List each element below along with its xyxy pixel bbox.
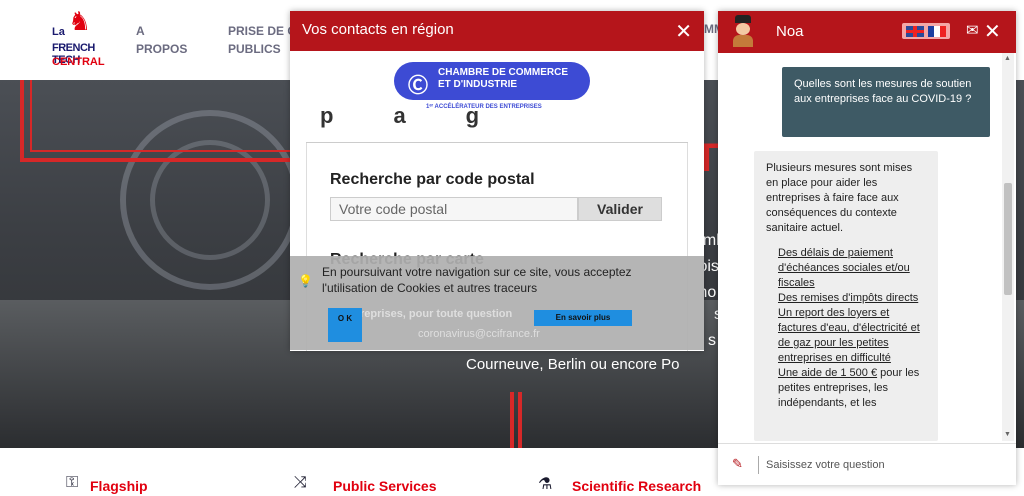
hero-red-line	[20, 80, 24, 162]
chat-message-input[interactable]: Saisissez votre question	[766, 456, 986, 474]
avatar-face	[736, 23, 750, 35]
postal-code-input[interactable]: Votre code postal	[330, 197, 578, 221]
cci-logo[interactable]: Ⓒ CHAMBRE DE COMMERCE ET D'INDUSTRIE	[394, 62, 590, 100]
postal-search-title: Recherche par code postal	[330, 171, 535, 188]
cookie-text: En poursuivant votre navigation sur ce s…	[322, 265, 632, 295]
cookie-ok-button[interactable]: O K	[328, 308, 362, 342]
user-message: Quelles sont les mesures de soutien aux …	[782, 67, 990, 137]
nav-item-line: PROPOS	[136, 42, 188, 56]
close-icon[interactable]: ✕	[984, 19, 1001, 44]
cookie-banner: 💡 En poursuivant votre navigation sur ce…	[290, 256, 704, 350]
scroll-up-icon[interactable]: ▲	[1004, 55, 1011, 62]
search-card-header-text: pag	[320, 103, 540, 128]
cookie-learn-more-button[interactable]: En savoir plus	[534, 310, 632, 326]
agent-avatar	[732, 15, 754, 47]
lightbulb-icon: 💡	[298, 274, 313, 288]
divider	[758, 456, 759, 474]
uk-flag-icon[interactable]	[906, 26, 924, 37]
bot-message: Plusieurs mesures sont mises en place po…	[754, 151, 938, 441]
hero-red-pillar	[510, 392, 514, 448]
bot-link[interactable]: Un report des loyers et factures d'eau, …	[766, 306, 926, 366]
hero-text-fragment: s	[708, 332, 716, 349]
modal-header: Vos contacts en région ✕	[290, 11, 704, 51]
scroll-down-icon[interactable]: ▼	[1004, 431, 1011, 438]
wand-icon[interactable]: ✎	[732, 456, 743, 472]
nav-item-line: PRISE DE C	[228, 24, 297, 38]
bot-intro: Plusieurs mesures sont mises en place po…	[766, 162, 913, 234]
avatar-body	[733, 35, 753, 47]
cci-mark-icon: Ⓒ	[408, 75, 428, 97]
bot-link[interactable]: Des délais de paiement d'échéances socia…	[766, 246, 926, 291]
hero-red-line	[20, 158, 290, 162]
public-services-icon: ⤨	[294, 474, 307, 491]
hero-red-line	[30, 150, 290, 152]
hero-red-line	[30, 80, 32, 152]
chat-widget: Noa ✉ ✕ Quelles sont les mesures de sout…	[718, 11, 1016, 485]
background-text: reprises, pour toute question	[360, 308, 513, 320]
nav-item-a-propos[interactable]: A PROPOS	[136, 22, 187, 58]
logo-line-1: La	[52, 26, 65, 38]
hero-tagline: Courneuve, Berlin ou encore Po	[466, 356, 680, 373]
chat-scroll-thumb[interactable]	[1004, 183, 1012, 295]
hero-red-pillar	[518, 392, 522, 448]
rooster-icon: ♞	[68, 6, 92, 36]
category-flagship[interactable]: Flagship	[90, 478, 148, 494]
language-selector[interactable]	[902, 23, 950, 39]
avatar-hat	[735, 15, 751, 23]
scientific-research-icon: ⚗	[538, 476, 553, 493]
agent-name: Noa	[776, 23, 804, 40]
cci-name: CHAMBRE DE COMMERCE ET D'INDUSTRIE	[438, 67, 568, 91]
chat-input-bar: ✎ Saisissez votre question	[718, 443, 1016, 485]
french-tech-logo[interactable]: ♞ La FRENCH TECH CENTRAL	[48, 6, 108, 68]
nav-item-prise-de-contact[interactable]: PRISE DE C PUBLICS	[228, 22, 296, 58]
bot-link[interactable]: Une aide de 1 500 €	[778, 367, 877, 379]
close-icon[interactable]: ✕	[675, 19, 692, 44]
fr-flag-icon[interactable]	[928, 26, 946, 37]
cci-name-line-1: CHAMBRE DE COMMERCE	[438, 67, 568, 78]
category-public-services[interactable]: Public Services	[333, 478, 437, 494]
flagship-icon: ⚿	[66, 474, 79, 491]
bot-tail: Une aide de 1 500 € pour les petites ent…	[766, 366, 926, 411]
bot-link[interactable]: Des remises d'impôts directs	[766, 291, 926, 306]
nav-item-line: PUBLICS	[228, 42, 281, 56]
mail-icon[interactable]: ✉	[966, 21, 979, 39]
chat-header: Noa ✉ ✕	[718, 11, 1016, 53]
validate-button[interactable]: Valider	[578, 197, 662, 221]
modal-title: Vos contacts en région	[302, 21, 454, 38]
category-scientific-research[interactable]: Scientific Research	[572, 478, 701, 494]
background-text: coronavirus@ccifrance.fr	[418, 328, 540, 340]
cci-name-line-2: ET D'INDUSTRIE	[438, 79, 518, 90]
nav-item-line: A	[136, 24, 145, 38]
logo-line-3: CENTRAL	[52, 56, 105, 68]
